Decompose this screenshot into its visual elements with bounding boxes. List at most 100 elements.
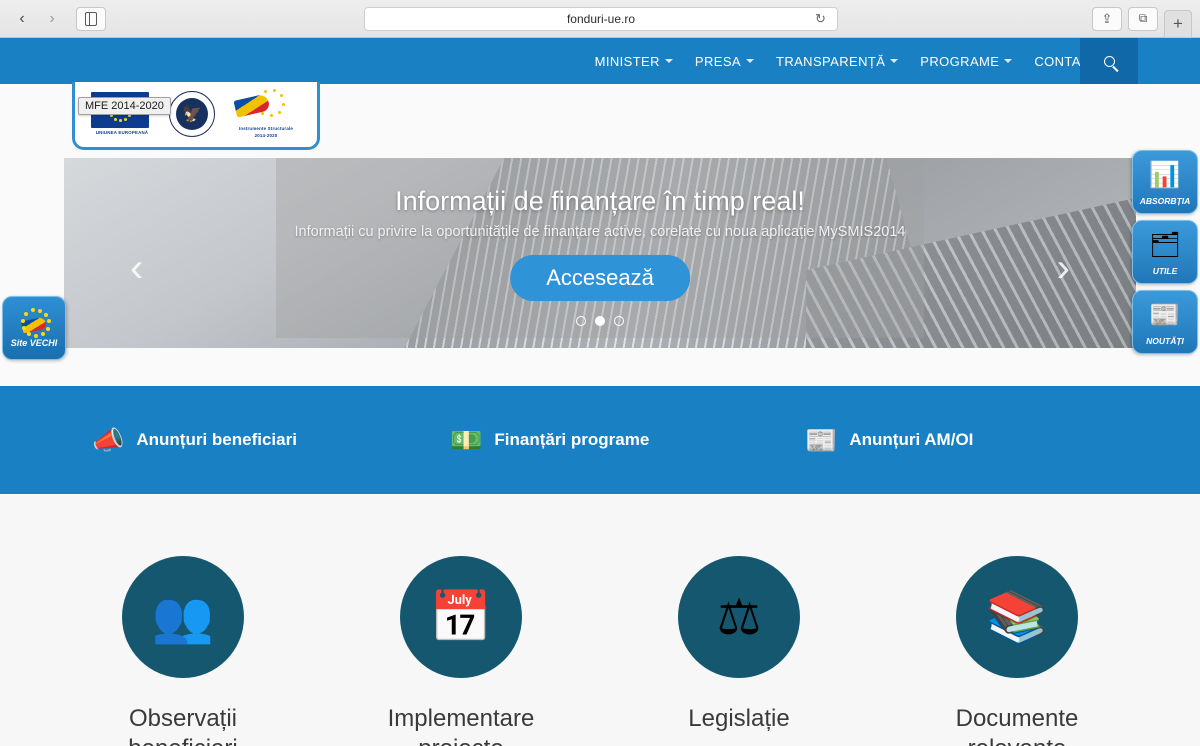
news-icon: 📰	[805, 425, 838, 455]
star-icon	[114, 117, 117, 121]
hero-subtitle: Informații cu privire la oportunitățile …	[294, 224, 906, 240]
books-icon[interactable]: 📚	[956, 556, 1078, 678]
quick-link-label: Anunțuri AM/OI	[849, 430, 974, 449]
star-icon	[40, 332, 45, 337]
star-icon	[43, 312, 48, 317]
eu-logo-caption: UNIUNEA EUROPEANĂ	[95, 130, 149, 135]
side-tab-label: UTILE	[1152, 265, 1178, 276]
star-icon	[281, 103, 285, 107]
eagle-icon: 🦅	[176, 97, 208, 130]
side-tab-absorbtia[interactable]: 📊 ABSORBȚIA	[1132, 150, 1198, 214]
star-icon	[272, 89, 276, 93]
site-header-nav: MINISTER PRESA TRANSPARENȚĂ PROGRAME CON…	[0, 38, 1200, 84]
side-tab-label: ABSORBȚIA	[1139, 195, 1191, 206]
star-icon	[33, 333, 38, 338]
share-button[interactable]: ⇪	[1092, 6, 1122, 31]
nav-item-programe[interactable]: PROGRAME	[920, 54, 1013, 69]
forward-button[interactable]: ›	[38, 7, 66, 31]
sidebar-toggle-button[interactable]	[76, 6, 106, 31]
chevron-down-icon	[890, 59, 899, 63]
back-button[interactable]: ‹	[8, 7, 36, 31]
card-observatii-beneficiari: 👥 Observații beneficiari Formular mesaje…	[90, 556, 276, 746]
star-icon	[269, 114, 273, 118]
card-legislatie: ⚖ Legislație Legislație în vigoare, proi…	[646, 556, 832, 746]
card-title[interactable]: Implementare proiecte	[368, 704, 554, 746]
structural-instruments-icon	[231, 89, 293, 124]
newspaper-icon: 📰	[1149, 301, 1181, 329]
money-stack-icon: 💵	[450, 425, 483, 455]
people-network-icon[interactable]: 👥	[122, 556, 244, 678]
card-title[interactable]: Observații beneficiari	[90, 704, 276, 746]
site-logo-card[interactable]: UNIUNEA EUROPEANĂ 🦅 Instrumente Structur…	[72, 82, 320, 150]
search-button[interactable]	[1080, 38, 1138, 84]
hero-slide: Informații de finanțare în timp real! In…	[64, 158, 1136, 348]
tabs-icon: ⧉	[1138, 11, 1148, 25]
quick-link-label: Anunțuri beneficiari	[136, 430, 297, 449]
carousel-next-icon[interactable]: ›	[1057, 248, 1070, 288]
quick-link-anunturi-beneficiari[interactable]: 📣 Anunțuri beneficiari	[92, 427, 297, 453]
hero-carousel: Informații de finanțare în timp real! In…	[64, 158, 1136, 348]
gavel-icon[interactable]: ⚖	[678, 556, 800, 678]
nav-item-minister[interactable]: MINISTER	[595, 54, 673, 69]
star-icon	[24, 312, 29, 317]
calendar-icon[interactable]: 📅	[400, 556, 522, 678]
logo-tooltip: MFE 2014-2020	[78, 97, 171, 115]
side-tab-strip: 📊 ABSORBȚIA 🗂 UTILE 📰 NOUTĂȚI	[1132, 150, 1200, 360]
navigation-buttons: ‹ ›	[8, 7, 66, 31]
megaphone-icon: 📣	[92, 425, 125, 455]
side-tab-utile[interactable]: 🗂 UTILE	[1132, 220, 1198, 284]
star-icon	[277, 111, 281, 114]
star-icon	[119, 119, 122, 122]
chevron-down-icon	[1004, 59, 1013, 63]
romania-flag-band	[21, 316, 47, 334]
carousel-indicators	[64, 316, 1136, 326]
show-tabs-button[interactable]: ⧉	[1128, 6, 1158, 31]
is-caption-line1: Instrumente Structurale	[238, 125, 294, 131]
quick-link-anunturi-am-oi[interactable]: 📰 Anunțuri AM/OI	[805, 427, 973, 453]
chevron-down-icon	[664, 59, 673, 63]
sidebar-icon	[85, 11, 97, 26]
carousel-prev-icon[interactable]: ‹	[130, 248, 143, 288]
card-implementare-proiecte: 📅 Implementare proiecte Detalii implemen…	[368, 556, 554, 746]
star-icon	[46, 319, 51, 324]
quick-link-label: Finanțări programe	[494, 430, 650, 449]
structural-instruments-logo: Instrumente Structurale 2014-2020	[231, 89, 301, 138]
url-text: fonduri-ue.ro	[566, 11, 636, 26]
card-title[interactable]: Documente relevante	[924, 704, 1110, 746]
nav-label: TRANSPARENȚĂ	[775, 53, 886, 69]
eu-romania-flag-icon	[14, 308, 54, 338]
card-title[interactable]: Legislație	[646, 704, 832, 734]
romania-coat-of-arms-icon: 🦅	[169, 90, 215, 137]
quick-link-finantari-programe[interactable]: 💵 Finanțări programe	[450, 427, 649, 453]
side-tab-noutati[interactable]: 📰 NOUTĂȚI	[1132, 290, 1198, 354]
site-vechi-button[interactable]: Site VECHI	[2, 296, 66, 360]
nav-item-transparenta[interactable]: TRANSPARENȚĂ	[775, 53, 899, 69]
star-icon	[263, 89, 267, 93]
carousel-dot-2[interactable]	[595, 316, 605, 326]
hero-cta-button[interactable]: Accesează	[510, 255, 690, 301]
star-icon	[30, 308, 35, 313]
star-icon	[37, 308, 42, 313]
carousel-dot-1[interactable]	[576, 316, 586, 326]
share-icon: ⇪	[1101, 10, 1113, 26]
page-content: MINISTER PRESA TRANSPARENȚĂ PROGRAME CON…	[0, 38, 1200, 746]
new-tab-button[interactable]: +	[1164, 9, 1192, 38]
quick-links-band: 📣 Anunțuri beneficiari 💵 Finanțări progr…	[0, 386, 1200, 494]
side-tab-label: NOUTĂȚI	[1146, 335, 1184, 346]
nav-label: PRESA	[694, 53, 741, 69]
nav-item-presa[interactable]: PRESA	[695, 54, 754, 69]
folder-gears-icon: 🗂	[1149, 231, 1181, 259]
star-icon	[279, 94, 283, 98]
toolbar-right-buttons: ⇪ ⧉ +	[1092, 0, 1192, 38]
address-bar[interactable]: fonduri-ue.ro ↻	[364, 6, 838, 31]
carousel-dot-3[interactable]	[614, 316, 624, 326]
star-icon	[26, 331, 31, 336]
pie-chart-icon: 📊	[1149, 161, 1181, 189]
star-icon	[124, 117, 127, 121]
reload-icon[interactable]: ↻	[815, 11, 829, 26]
star-icon	[45, 326, 50, 331]
browser-toolbar: ‹ › fonduri-ue.ro ↻ ⇪ ⧉ +	[0, 0, 1200, 38]
romania-flag-band	[233, 92, 271, 118]
hero-title: Informații de finanțare în timp real!	[395, 186, 805, 216]
search-icon	[1103, 55, 1115, 67]
